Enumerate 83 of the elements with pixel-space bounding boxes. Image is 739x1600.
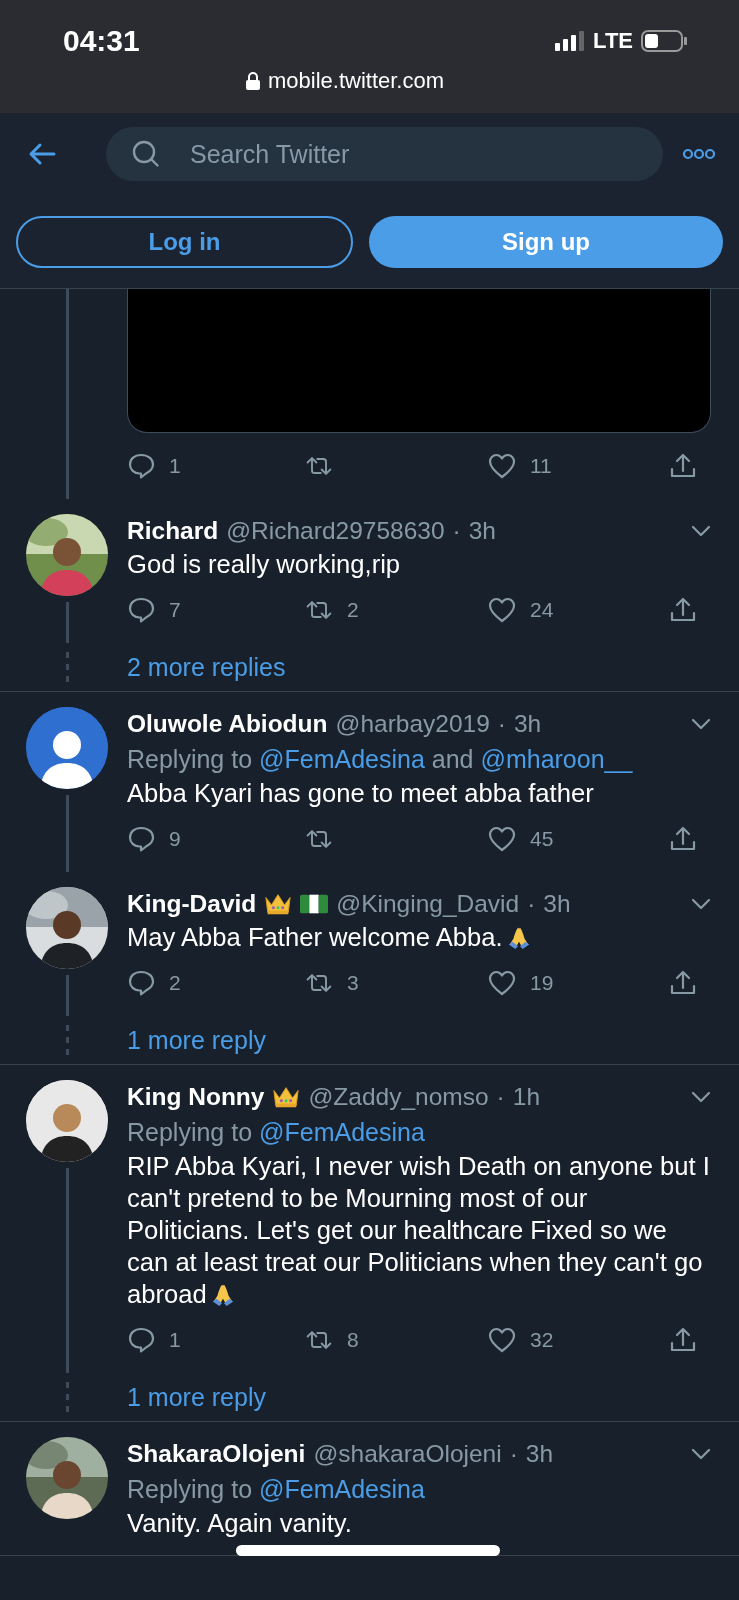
tweet-text: God is really working,rip bbox=[127, 550, 401, 578]
tweet-text: RIP Abba Kyari, I never wish Death on anyone but I can't pretend to be Mourning most of our Politicians. Let's get our healthcare Fixed so we can at least treat our Politicians when they can't go abroad bbox=[127, 1152, 710, 1308]
reply-count: 2 bbox=[169, 971, 181, 995]
user-name[interactable]: Oluwole Abiodun bbox=[127, 710, 328, 738]
clock-time: 04:31 bbox=[63, 24, 140, 58]
user-handle[interactable]: @Richard29758630 bbox=[226, 517, 445, 545]
reply-icon[interactable] bbox=[127, 452, 155, 480]
reply-icon[interactable] bbox=[127, 969, 155, 997]
post-time: 3h bbox=[543, 890, 571, 918]
post-time: 3h bbox=[525, 1440, 554, 1468]
post-time: 1h bbox=[512, 1083, 541, 1111]
battery-icon bbox=[641, 30, 687, 52]
search-icon bbox=[132, 140, 160, 168]
user-name[interactable]: Richard bbox=[127, 517, 219, 545]
like-count: 11 bbox=[530, 454, 552, 478]
crown-icon bbox=[272, 1084, 301, 1110]
reply-count: 7 bbox=[169, 598, 181, 622]
separator-dot: · bbox=[497, 710, 506, 738]
signup-button[interactable]: Sign up bbox=[369, 216, 723, 268]
heart-icon[interactable] bbox=[488, 1326, 516, 1354]
crown-icon bbox=[264, 891, 293, 917]
reply-icon[interactable] bbox=[127, 825, 155, 853]
tweet-text: Abba Kyari has gone to meet abba father bbox=[127, 779, 594, 807]
separator-dot: · bbox=[452, 517, 461, 545]
replying-label: Replying to bbox=[127, 744, 253, 775]
user-handle[interactable]: @Kinging_David bbox=[336, 890, 520, 918]
post-time: 3h bbox=[468, 517, 496, 545]
user-name[interactable]: ShakaraOlojeni bbox=[127, 1440, 306, 1468]
network-label: LTE bbox=[593, 28, 633, 54]
user-name[interactable]: King Nonny bbox=[127, 1083, 265, 1111]
user-handle[interactable]: @harbay2019 bbox=[335, 710, 490, 738]
chevron-down-icon[interactable] bbox=[691, 1091, 711, 1103]
separator-dot: · bbox=[527, 890, 536, 918]
login-button[interactable]: Log in bbox=[16, 216, 353, 268]
page-url[interactable]: mobile.twitter.com bbox=[267, 68, 445, 94]
user-name[interactable]: King-David bbox=[127, 890, 257, 918]
mention-link[interactable]: @FemAdesina bbox=[259, 1471, 425, 1507]
retweet-count: 2 bbox=[347, 598, 359, 622]
separator-dot: · bbox=[509, 1440, 518, 1468]
replying-label: Replying to bbox=[127, 1474, 253, 1505]
mention-link[interactable]: @mharoon__ bbox=[480, 741, 633, 777]
back-arrow-icon[interactable] bbox=[28, 142, 56, 166]
tweet-text: May Abba Father welcome Abba. bbox=[127, 923, 503, 951]
retweet-count: 8 bbox=[347, 1328, 359, 1352]
chevron-down-icon[interactable] bbox=[691, 898, 711, 910]
search-field[interactable]: Search Twitter bbox=[106, 127, 663, 181]
more-icon[interactable] bbox=[683, 148, 715, 160]
share-icon[interactable] bbox=[669, 452, 697, 480]
reply-count: 9 bbox=[169, 827, 181, 851]
lock-icon bbox=[245, 72, 260, 90]
joiner-text: and bbox=[431, 744, 474, 775]
like-count: 24 bbox=[530, 598, 554, 622]
mention-link[interactable]: @FemAdesina bbox=[259, 741, 425, 777]
reply-icon[interactable] bbox=[127, 596, 155, 624]
retweet-count: 3 bbox=[347, 971, 359, 995]
heart-icon[interactable] bbox=[488, 452, 516, 480]
share-icon[interactable] bbox=[669, 1326, 697, 1354]
more-replies-link[interactable]: 1 more reply bbox=[127, 1025, 711, 1055]
more-replies-link[interactable]: 2 more replies bbox=[127, 652, 711, 682]
chevron-down-icon[interactable] bbox=[691, 525, 711, 537]
post-time: 3h bbox=[514, 710, 542, 738]
share-icon[interactable] bbox=[669, 825, 697, 853]
user-handle[interactable]: @Zaddy_nomso bbox=[308, 1083, 489, 1111]
separator-dot: · bbox=[496, 1083, 505, 1111]
reply-icon[interactable] bbox=[127, 1326, 155, 1354]
share-icon[interactable] bbox=[669, 596, 697, 624]
more-replies-link[interactable]: 1 more reply bbox=[127, 1382, 711, 1412]
heart-icon[interactable] bbox=[488, 969, 516, 997]
like-count: 19 bbox=[530, 971, 554, 995]
chevron-down-icon[interactable] bbox=[691, 718, 711, 730]
share-icon[interactable] bbox=[669, 969, 697, 997]
chevron-down-icon[interactable] bbox=[691, 1448, 711, 1460]
heart-icon[interactable] bbox=[488, 825, 516, 853]
like-count: 32 bbox=[530, 1328, 554, 1352]
signal-icon bbox=[555, 31, 586, 51]
replying-label: Replying to bbox=[127, 1117, 253, 1148]
reply-count: 1 bbox=[169, 1328, 181, 1352]
like-count: 45 bbox=[530, 827, 554, 851]
mention-link[interactable]: @FemAdesina bbox=[259, 1114, 425, 1150]
tweet-text: Vanity. Again vanity. bbox=[127, 1509, 352, 1537]
user-handle[interactable]: @shakaraOlojeni bbox=[313, 1440, 502, 1468]
reply-count: 1 bbox=[169, 454, 181, 478]
heart-icon[interactable] bbox=[488, 596, 516, 624]
